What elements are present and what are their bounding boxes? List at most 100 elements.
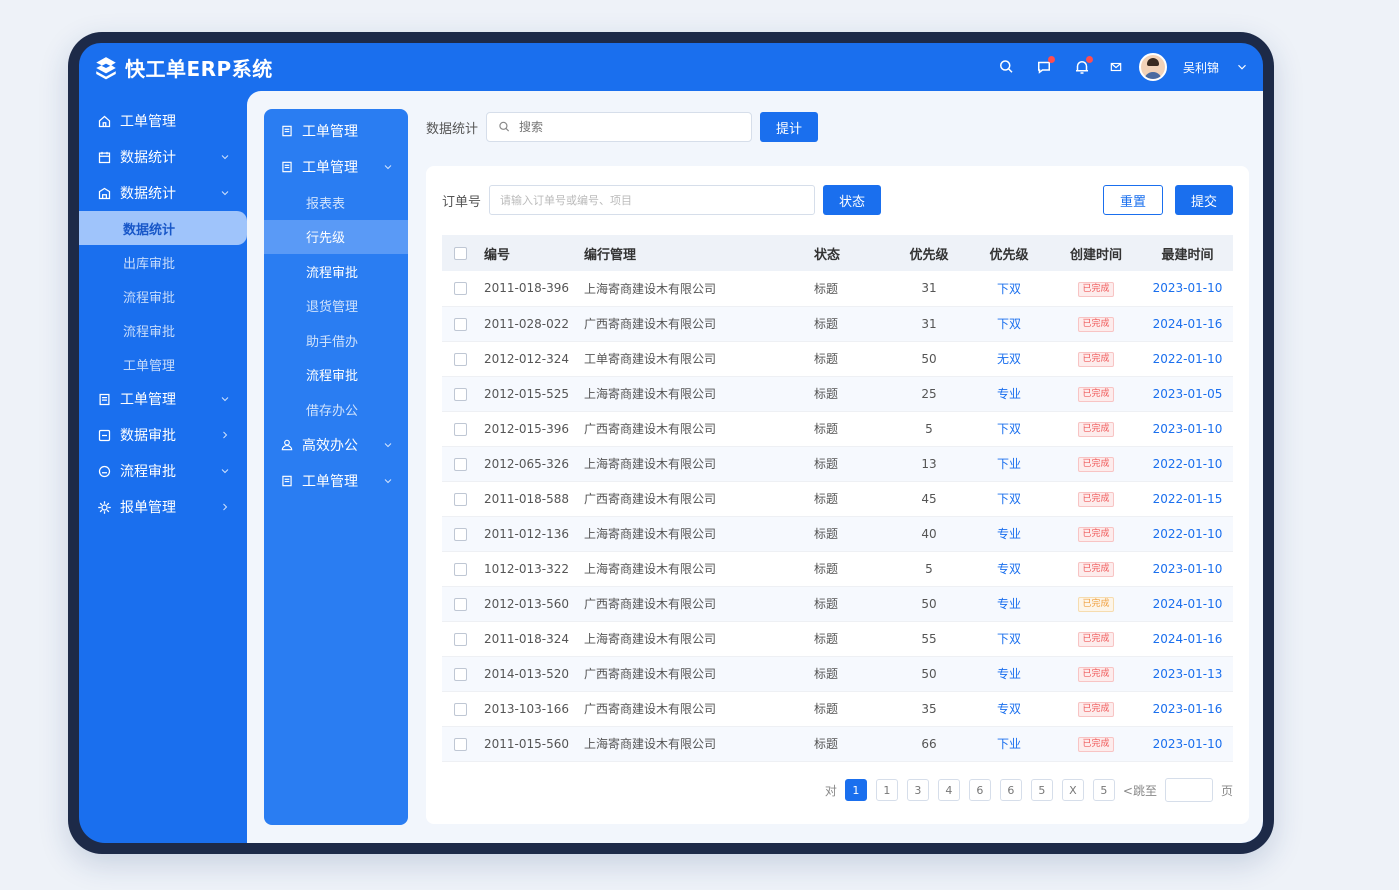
submenu-subitem[interactable]: 行先级 <box>264 219 408 254</box>
sidebar-item-label: 数据统计 <box>120 150 176 166</box>
col-header[interactable]: 状态 <box>808 235 890 271</box>
col-header[interactable]: 优先级 <box>890 235 968 271</box>
page-button[interactable]: 5 <box>1092 779 1115 801</box>
submenu-subitem[interactable]: 流程审批 <box>264 358 408 393</box>
cell-id: 1012-013-322 <box>478 551 578 587</box>
sidebar-subitem[interactable]: 数据统计 <box>79 211 247 245</box>
app-logo[interactable]: 快工单ERP系统 <box>93 53 273 82</box>
select-all-checkbox[interactable] <box>453 246 467 260</box>
table-row[interactable]: 2013-103-166 广西寄商建设木有限公司 标题 35 专双 已完成 2023-01-… <box>442 691 1233 727</box>
col-header[interactable]: 编号 <box>478 235 578 271</box>
sidebar-item[interactable]: 数据审批 <box>79 417 247 453</box>
submenu-item[interactable]: 高效办公 <box>264 427 408 463</box>
cell-score: 25 <box>890 376 968 412</box>
bell-icon[interactable] <box>1071 56 1093 78</box>
page-button[interactable]: 1 <box>875 779 898 801</box>
col-header[interactable]: 优先级 <box>968 235 1050 271</box>
sidebar-subitem[interactable]: 流程审批 <box>79 313 247 347</box>
search-icon[interactable] <box>995 56 1017 78</box>
search-button[interactable]: 提计 <box>760 112 819 142</box>
table-row[interactable]: 2012-012-324 工单寄商建设木有限公司 标题 50 无双 已完成 2022-01-… <box>442 341 1233 377</box>
table-row[interactable]: 2011-015-560 上海寄商建设木有限公司 标题 66 下业 已完成 2023-01-… <box>442 726 1233 762</box>
row-checkbox[interactable] <box>453 667 467 681</box>
page-button[interactable]: X <box>1061 779 1084 801</box>
sidebar-item[interactable]: 工单管理 <box>79 103 247 139</box>
page-button[interactable]: 5 <box>1030 779 1053 801</box>
status-badge: 已完成 <box>1078 702 1114 717</box>
sidebar-item[interactable]: 流程审批 <box>79 453 247 489</box>
row-checkbox[interactable] <box>453 632 467 646</box>
table-row[interactable]: 2012-015-525 上海寄商建设木有限公司 标题 25 专业 已完成 2023-01-… <box>442 376 1233 412</box>
goto-page-input[interactable] <box>1164 778 1213 802</box>
cell-score: 35 <box>890 691 968 727</box>
row-checkbox[interactable] <box>453 562 467 576</box>
table-row[interactable]: 2012-065-326 上海寄商建设木有限公司 标题 13 下业 已完成 2022-01-… <box>442 446 1233 482</box>
submenu-subitem[interactable]: 退货管理 <box>264 289 408 324</box>
submenu-item[interactable]: 工单管理 <box>264 149 408 185</box>
page-button[interactable]: 3 <box>906 779 929 801</box>
sidebar-item-label: 数据审批 <box>120 428 176 444</box>
sidebar-subitem[interactable]: 流程审批 <box>79 279 247 313</box>
submenu-subitem[interactable]: 报表表 <box>264 185 408 220</box>
page-button[interactable]: 1 <box>844 779 867 801</box>
status-badge: 已完成 <box>1078 492 1114 507</box>
submenu-item[interactable]: 工单管理 <box>264 463 408 499</box>
submenu-subitem[interactable]: 流程审批 <box>264 254 408 289</box>
cell-date: 2023-01-10 <box>1152 281 1223 296</box>
row-checkbox[interactable] <box>453 492 467 506</box>
row-checkbox[interactable] <box>453 737 467 751</box>
table-row[interactable]: 2012-013-560 广西寄商建设木有限公司 标题 50 专业 已完成 2024-01-… <box>442 586 1233 622</box>
row-checkbox[interactable] <box>453 352 467 366</box>
table-row[interactable]: 2011-018-324 上海寄商建设木有限公司 标题 55 下双 已完成 2024-01-… <box>442 621 1233 657</box>
submenu-subitem[interactable]: 助手借办 <box>264 323 408 358</box>
prev-page-label[interactable]: 对 <box>825 782 837 799</box>
cell-score: 50 <box>890 341 968 377</box>
row-checkbox[interactable] <box>453 457 467 471</box>
row-checkbox[interactable] <box>453 317 467 331</box>
sidebar-item[interactable]: 报单管理 <box>79 489 247 525</box>
sidebar-item[interactable]: 工单管理 <box>79 381 247 417</box>
search-box[interactable] <box>486 112 753 142</box>
sidebar-subitem[interactable]: 工单管理 <box>79 347 247 381</box>
message-icon[interactable] <box>1033 56 1055 78</box>
row-checkbox[interactable] <box>453 422 467 436</box>
submit-button[interactable]: 提交 <box>1174 185 1233 215</box>
table-row[interactable]: 2011-012-136 上海寄商建设木有限公司 标题 40 专业 已完成 2022-01-… <box>442 516 1233 552</box>
row-checkbox[interactable] <box>453 702 467 716</box>
row-checkbox[interactable] <box>453 597 467 611</box>
state-button[interactable]: 状态 <box>823 185 882 215</box>
col-header[interactable]: 创建时间 <box>1050 235 1142 271</box>
search-input[interactable] <box>519 120 720 134</box>
sidebar-item[interactable]: 数据统计 <box>79 139 247 175</box>
table-row[interactable]: 2012-015-396 广西寄商建设木有限公司 标题 5 下双 已完成 2023-01-1… <box>442 411 1233 447</box>
table-row[interactable]: 2011-018-588 广西寄商建设木有限公司 标题 45 下双 已完成 2022-01-… <box>442 481 1233 517</box>
cell-date: 2022-01-10 <box>1152 351 1223 366</box>
reset-button[interactable]: 重置 <box>1102 185 1163 215</box>
sidebar-subitem[interactable]: 出库审批 <box>79 245 247 279</box>
submenu-item[interactable]: 工单管理 <box>264 113 408 149</box>
row-checkbox[interactable] <box>453 282 467 296</box>
row-checkbox[interactable] <box>453 387 467 401</box>
mail-icon[interactable] <box>1109 56 1123 78</box>
page-button[interactable]: 6 <box>968 779 991 801</box>
cell-score: 5 <box>890 411 968 447</box>
submenu-subitem[interactable]: 借存办公 <box>264 392 408 427</box>
sidebar: 工单管理 数据统计 数据统计 数据统计 出库审批 流程审批 流程审批 工单管理 工单管理 数据… <box>79 103 247 525</box>
status-badge: 已完成 <box>1078 281 1114 297</box>
username[interactable]: 吴利锦 <box>1183 59 1219 76</box>
page-button[interactable]: 4 <box>937 779 960 801</box>
user-icon <box>281 439 293 450</box>
sidebar-item[interactable]: 数据统计 <box>79 175 247 211</box>
page-button[interactable]: 6 <box>999 779 1022 801</box>
table-row[interactable]: 1012-013-322 上海寄商建设木有限公司 标题 5 专双 已完成 2023-01-1… <box>442 551 1233 587</box>
chevron-down-icon[interactable] <box>1235 56 1249 78</box>
col-header[interactable]: 最建时间 <box>1142 235 1233 271</box>
col-header[interactable]: 编行管理 <box>578 235 808 271</box>
order-number-input[interactable]: 请输入订单号或编号、项目 <box>489 185 816 215</box>
table-row[interactable]: 2011-028-022 广西寄商建设木有限公司 标题 31 下双 已完成 2024-01-… <box>442 306 1233 342</box>
cell-company: 工单寄商建设木有限公司 <box>578 341 808 377</box>
table-row[interactable]: 2011-018-396 上海寄商建设木有限公司 标题 31 下双 已完成 2023-01-… <box>442 271 1233 307</box>
avatar[interactable] <box>1138 53 1167 81</box>
table-row[interactable]: 2014-013-520 广西寄商建设木有限公司 标题 50 专业 已完成 2023-01-… <box>442 656 1233 692</box>
row-checkbox[interactable] <box>453 527 467 541</box>
